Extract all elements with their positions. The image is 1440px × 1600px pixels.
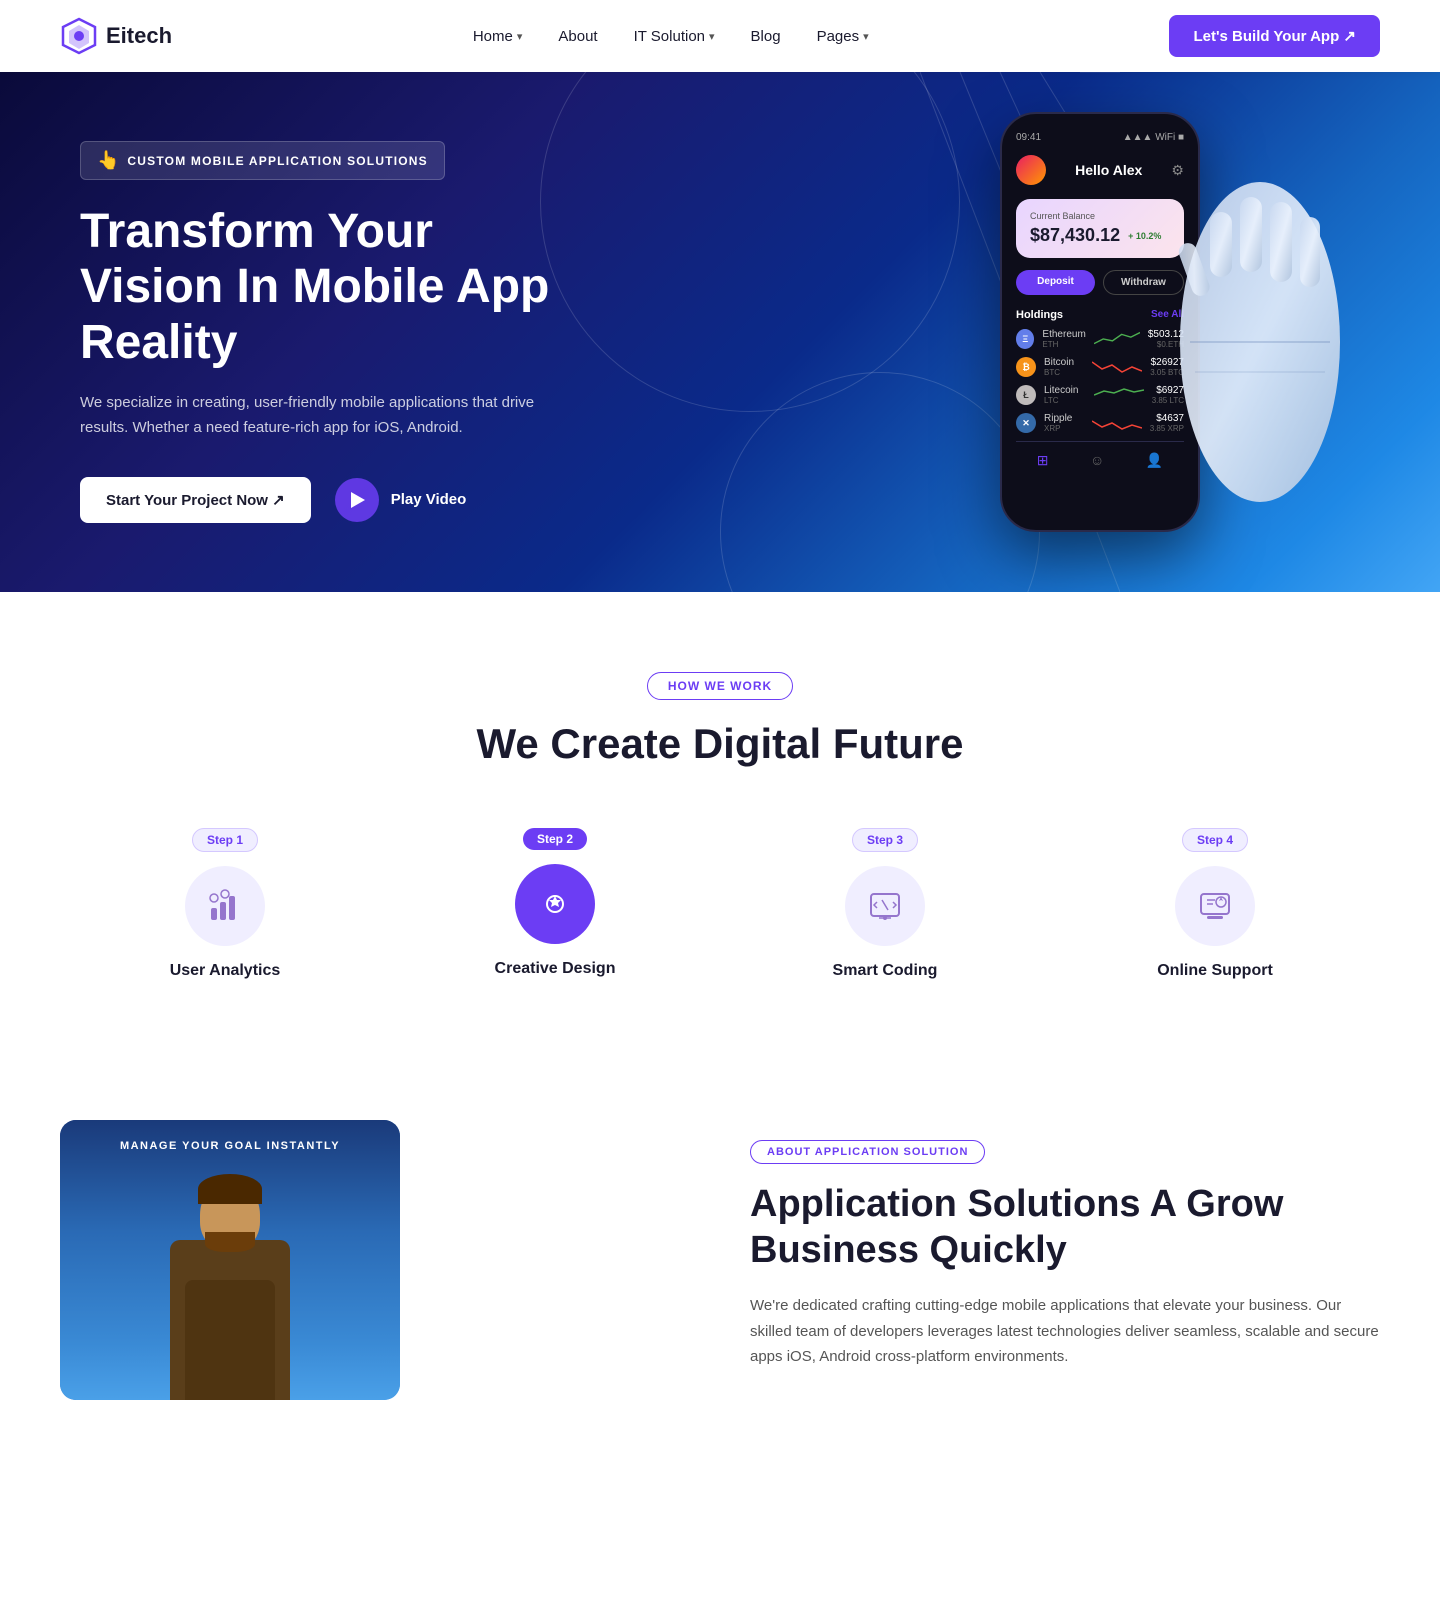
- steps-row: Step 1 User Analytics Step 2: [60, 828, 1380, 980]
- nav-blog[interactable]: Blog: [751, 28, 781, 45]
- brand-name: Eitech: [106, 23, 172, 49]
- step-2: Step 2 Creative Design: [390, 828, 720, 978]
- online-support-icon: [1197, 888, 1233, 924]
- step-1: Step 1 User Analytics: [60, 828, 390, 980]
- about-img-label: MANAGE YOUR GOAL INSTANTLY: [60, 1140, 400, 1152]
- coin-ethereum: Ξ Ethereum ETH $503.12 $0.ETH: [1016, 329, 1184, 349]
- badge-icon: 👆: [97, 150, 119, 171]
- robot-hand-svg: [1160, 142, 1360, 522]
- eth-chart: [1094, 329, 1140, 349]
- nav-home[interactable]: Home ▾: [473, 28, 523, 45]
- coin-bitcoin: ₿ Bitcoin BTC $26927 3.05 BTC: [1016, 357, 1184, 377]
- phone-deposit-btn[interactable]: Deposit: [1016, 270, 1095, 295]
- btc-chart: [1092, 357, 1142, 377]
- step-3-name: Smart Coding: [833, 962, 938, 980]
- about-section: MANAGE YOUR GOAL INSTANTLY ABOUT AP: [0, 1060, 1440, 1480]
- smart-coding-icon: [867, 888, 903, 924]
- how-badge: HOW WE WORK: [647, 672, 793, 700]
- hero-actions: Start Your Project Now ↗ Play Video: [80, 477, 560, 523]
- phone-chart-icon: ☺: [1090, 452, 1104, 469]
- badge-text: CUSTOM MOBILE APPLICATION SOLUTIONS: [127, 154, 427, 168]
- eth-ticker: ETH: [1042, 340, 1085, 349]
- ltc-ticker: LTC: [1044, 396, 1086, 405]
- phone-header: Hello Alex ⚙: [1016, 155, 1184, 185]
- home-dropdown-icon: ▾: [517, 30, 523, 43]
- nav-pages[interactable]: Pages ▾: [817, 28, 869, 45]
- step-4-icon: [1175, 866, 1255, 946]
- step-2-label: Step 2: [523, 828, 587, 850]
- phone-avatar: [1016, 155, 1046, 185]
- navbar: Eitech Home ▾ About IT Solution ▾ Blog P…: [0, 0, 1440, 72]
- pages-dropdown-icon: ▾: [863, 30, 869, 43]
- logo[interactable]: Eitech: [60, 17, 172, 55]
- btc-ticker: BTC: [1044, 368, 1084, 377]
- step-4: Step 4 Online Support: [1050, 828, 1380, 980]
- phone-balance-label: Current Balance: [1030, 211, 1170, 221]
- creative-design-icon: [537, 886, 573, 922]
- how-title: We Create Digital Future: [60, 720, 1380, 768]
- phone-bottom-nav: ⊞ ☺ 👤: [1016, 441, 1184, 469]
- hero-badge: 👆 CUSTOM MOBILE APPLICATION SOLUTIONS: [80, 141, 445, 180]
- phone-btn-row: Deposit Withdraw: [1016, 270, 1184, 295]
- ltc-icon: Ł: [1016, 385, 1036, 405]
- step-2-name: Creative Design: [495, 960, 616, 978]
- how-we-work-section: HOW WE WORK We Create Digital Future Ste…: [0, 592, 1440, 1060]
- phone-home-icon: ⊞: [1037, 452, 1049, 469]
- hero-description: We specialize in creating, user-friendly…: [80, 390, 560, 441]
- phone-status-bar: 09:41 ▲▲▲ WiFi ■: [1016, 132, 1184, 143]
- xrp-name: Ripple: [1044, 413, 1084, 424]
- btc-icon: ₿: [1016, 357, 1036, 377]
- hero-section: 👆 CUSTOM MOBILE APPLICATION SOLUTIONS Tr…: [0, 72, 1440, 592]
- logo-icon: [60, 17, 98, 55]
- about-title: Application Solutions A Grow Business Qu…: [750, 1182, 1380, 1273]
- ltc-chart: [1094, 385, 1144, 405]
- about-description: We're dedicated crafting cutting-edge mo…: [750, 1293, 1380, 1370]
- step-4-name: Online Support: [1157, 962, 1273, 980]
- step-3-icon: [845, 866, 925, 946]
- coin-ripple: ✕ Ripple XRP $4637 3.85 XRP: [1016, 413, 1184, 433]
- xrp-chart: [1092, 413, 1142, 433]
- xrp-ticker: XRP: [1044, 424, 1084, 433]
- about-image-card: MANAGE YOUR GOAL INSTANTLY: [60, 1120, 400, 1400]
- nav-links: Home ▾ About IT Solution ▾ Blog Pages ▾: [473, 28, 869, 45]
- ltc-name: Litecoin: [1044, 385, 1086, 396]
- play-triangle-icon: [351, 492, 365, 508]
- start-project-button[interactable]: Start Your Project Now ↗: [80, 477, 311, 523]
- eth-icon: Ξ: [1016, 329, 1034, 349]
- about-text-area: ABOUT APPLICATION SOLUTION Application S…: [750, 1120, 1380, 1370]
- phone-mockup-area: 09:41 ▲▲▲ WiFi ■ Hello Alex ⚙ Current Ba…: [920, 102, 1340, 562]
- hero-content: 👆 CUSTOM MOBILE APPLICATION SOLUTIONS Tr…: [80, 141, 560, 523]
- it-solution-dropdown-icon: ▾: [709, 30, 715, 43]
- phone-holdings-header: Holdings See All: [1016, 309, 1184, 321]
- step-1-name: User Analytics: [170, 962, 281, 980]
- eth-name: Ethereum: [1042, 329, 1085, 340]
- nav-about[interactable]: About: [558, 28, 597, 45]
- step-3: Step 3 Smart Coding: [720, 828, 1050, 980]
- phone-balance-amount: $87,430.12: [1030, 225, 1120, 246]
- about-badge: ABOUT APPLICATION SOLUTION: [750, 1140, 985, 1164]
- play-video-button[interactable]: Play Video: [335, 478, 467, 522]
- hero-title: Transform Your Vision In Mobile App Real…: [80, 204, 560, 370]
- step-1-icon: [185, 866, 265, 946]
- user-analytics-icon: [207, 888, 243, 924]
- phone-balance-change: + 10.2%: [1128, 231, 1161, 241]
- hero-circle-1: [540, 72, 960, 412]
- about-image-area: MANAGE YOUR GOAL INSTANTLY: [60, 1120, 690, 1400]
- robot-hand-area: [1160, 142, 1360, 522]
- build-app-button[interactable]: Let's Build Your App ↗: [1169, 15, 1380, 57]
- nav-it-solution[interactable]: IT Solution ▾: [634, 28, 715, 45]
- step-1-label: Step 1: [192, 828, 258, 852]
- xrp-icon: ✕: [1016, 413, 1036, 433]
- phone-balance-card: Current Balance $87,430.12 + 10.2%: [1016, 199, 1184, 258]
- step-2-icon: [515, 864, 595, 944]
- step-3-label: Step 3: [852, 828, 918, 852]
- coin-litecoin: Ł Litecoin LTC $6927 3.85 LTC: [1016, 385, 1184, 405]
- phone-greeting: Hello Alex: [1075, 162, 1142, 178]
- step-4-label: Step 4: [1182, 828, 1248, 852]
- play-circle: [335, 478, 379, 522]
- btc-name: Bitcoin: [1044, 357, 1084, 368]
